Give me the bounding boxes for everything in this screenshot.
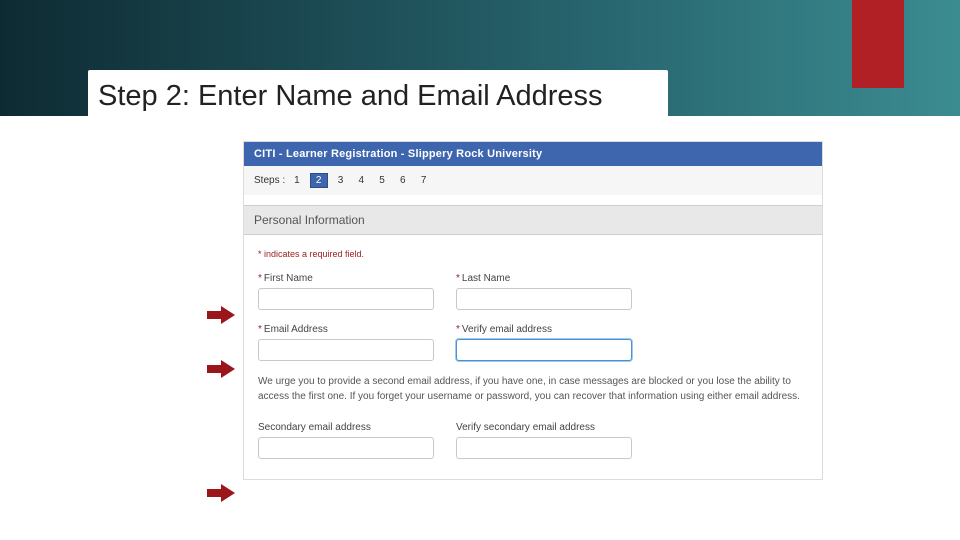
callout-arrow-icon <box>207 306 235 324</box>
email-field: *Email Address <box>258 324 434 361</box>
last-name-field: *Last Name <box>456 273 632 310</box>
secondary-email-row: Secondary email address Verify secondary… <box>258 422 808 459</box>
verify-secondary-email-input[interactable] <box>456 437 632 459</box>
form-body: * indicates a required field. *First Nam… <box>244 235 822 479</box>
last-name-input[interactable] <box>456 288 632 310</box>
name-row: *First Name *Last Name <box>258 273 808 310</box>
verify-secondary-email-label: Verify secondary email address <box>456 422 632 433</box>
first-name-field: *First Name <box>258 273 434 310</box>
accent-tab <box>852 0 904 88</box>
secondary-email-help: We urge you to provide a second email ad… <box>258 375 808 404</box>
step-1[interactable]: 1 <box>289 174 305 187</box>
spacer <box>244 195 822 205</box>
form-header: CITI - Learner Registration - Slippery R… <box>244 142 822 166</box>
required-note: * indicates a required field. <box>258 249 808 259</box>
slide: Step 2: Enter Name and Email Address CIT… <box>0 0 960 540</box>
verify-email-input[interactable] <box>456 339 632 361</box>
registration-form: CITI - Learner Registration - Slippery R… <box>243 141 823 480</box>
step-3[interactable]: 3 <box>332 174 348 187</box>
callout-arrow-icon <box>207 360 235 378</box>
secondary-email-input[interactable] <box>258 437 434 459</box>
last-name-label: *Last Name <box>456 273 632 284</box>
page-title: Step 2: Enter Name and Email Address <box>98 80 603 113</box>
step-6[interactable]: 6 <box>395 174 411 187</box>
steps-row: Steps : 1 2 3 4 5 6 7 <box>244 166 822 195</box>
email-row: *Email Address *Verify email address <box>258 324 808 361</box>
secondary-email-label: Secondary email address <box>258 422 434 433</box>
step-2[interactable]: 2 <box>310 173 328 188</box>
steps-label: Steps : <box>254 175 285 186</box>
callout-arrow-icon <box>207 484 235 502</box>
verify-secondary-email-field: Verify secondary email address <box>456 422 632 459</box>
section-header: Personal Information <box>244 205 822 235</box>
verify-email-field: *Verify email address <box>456 324 632 361</box>
first-name-input[interactable] <box>258 288 434 310</box>
secondary-email-field: Secondary email address <box>258 422 434 459</box>
email-input[interactable] <box>258 339 434 361</box>
step-7[interactable]: 7 <box>416 174 432 187</box>
step-4[interactable]: 4 <box>353 174 369 187</box>
verify-email-label: *Verify email address <box>456 324 632 335</box>
first-name-label: *First Name <box>258 273 434 284</box>
step-5[interactable]: 5 <box>374 174 390 187</box>
email-label: *Email Address <box>258 324 434 335</box>
